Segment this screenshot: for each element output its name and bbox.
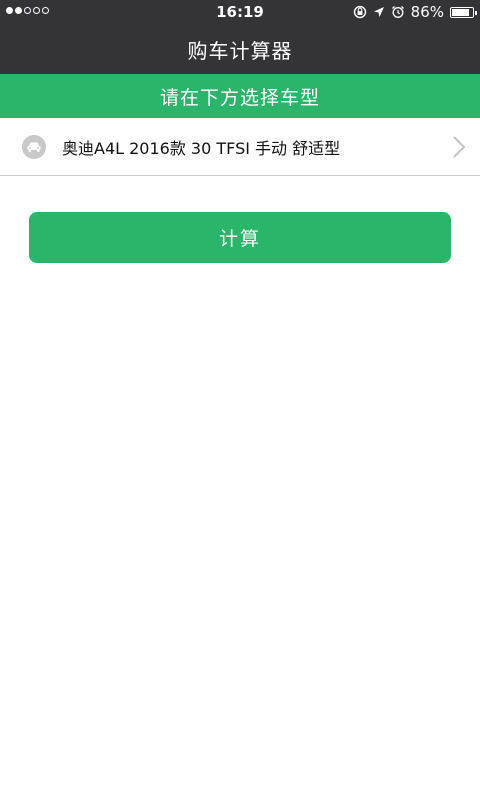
instruction-banner: 请在下方选择车型	[0, 74, 480, 118]
battery-percent: 86%	[410, 3, 444, 21]
car-model-selector[interactable]: 奥迪A4L 2016款 30 TFSI 手动 舒适型	[0, 118, 480, 176]
alarm-icon	[391, 6, 404, 19]
banner-text: 请在下方选择车型	[159, 86, 320, 109]
calculate-button-label: 计算	[218, 228, 261, 250]
battery-fill	[452, 8, 470, 16]
calculate-button[interactable]: 计算	[29, 212, 451, 263]
status-icons: 86%	[353, 3, 477, 21]
car-icon	[22, 134, 46, 159]
orientation-lock-icon	[353, 5, 366, 19]
location-arrow-icon	[373, 7, 384, 17]
car-model-label: 奥迪A4L 2016款 30 TFSI 手动 舒适型	[62, 138, 341, 158]
page-title: 购车计算器	[187, 38, 293, 63]
battery-cap	[475, 10, 477, 15]
status-bar: 16:19 86%	[0, 0, 480, 24]
battery-icon	[450, 6, 477, 18]
screen: 16:19 86% 购车计算器 请在下方选择车型 奥迪A4L 2016款 30 …	[0, 0, 480, 800]
nav-bar: 购车计算器	[0, 24, 480, 74]
chevron-right-icon	[453, 135, 466, 158]
